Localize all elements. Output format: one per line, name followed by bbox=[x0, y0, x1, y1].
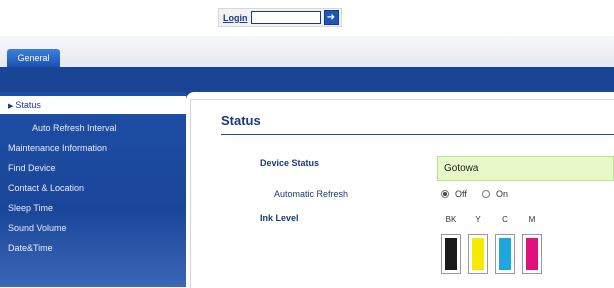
auto-refresh-on-radio[interactable] bbox=[482, 190, 490, 198]
sidebar-item-sleep-time[interactable]: Sleep Time bbox=[0, 199, 186, 217]
ink-fill-bk bbox=[445, 238, 457, 270]
sidebar-item-find-device[interactable]: Find Device bbox=[0, 159, 186, 177]
login-input[interactable] bbox=[250, 11, 321, 24]
tab-general[interactable]: General bbox=[7, 49, 60, 68]
page-title: Status bbox=[221, 113, 261, 128]
sidebar-item-maintenance-information[interactable]: Maintenance Information bbox=[0, 139, 186, 157]
auto-refresh-off-label: Off bbox=[455, 189, 467, 199]
arrow-right-icon[interactable]: ➜ bbox=[323, 10, 339, 25]
login-link[interactable]: Login bbox=[223, 13, 248, 23]
device-status-value: Gotowa bbox=[437, 156, 614, 181]
sidebar-item-contact-location[interactable]: Contact & Location bbox=[0, 179, 186, 197]
sidebar-item-label: Status bbox=[15, 100, 41, 110]
ink-label-c: C bbox=[502, 215, 508, 224]
sidebar-item-sound-volume[interactable]: Sound Volume bbox=[0, 219, 186, 237]
auto-refresh-on-label: On bbox=[496, 189, 509, 199]
ink-level-label: Ink Level bbox=[260, 213, 299, 223]
ink-label-m: M bbox=[528, 215, 536, 224]
ink-bar-m bbox=[522, 234, 542, 274]
sidebar-item-status[interactable]: ▶ Status bbox=[0, 96, 186, 114]
ink-label-bk: BK bbox=[445, 215, 457, 224]
ink-fill-m bbox=[526, 238, 538, 270]
auto-refresh-label: Automatic Refresh bbox=[274, 189, 349, 199]
ink-bar-bk bbox=[441, 234, 461, 274]
tab-band bbox=[0, 36, 614, 68]
ink-fill-c bbox=[499, 238, 511, 270]
sidebar-item-date-time[interactable]: Date&Time bbox=[0, 239, 186, 257]
device-status-label: Device Status bbox=[260, 158, 320, 168]
title-divider bbox=[221, 134, 614, 135]
ink-bar-c bbox=[495, 234, 515, 274]
sidebar-item-auto-refresh-interval[interactable]: Auto Refresh Interval bbox=[0, 119, 186, 137]
auto-refresh-off-radio[interactable] bbox=[441, 190, 449, 198]
triangle-right-icon: ▶ bbox=[8, 103, 14, 110]
login-box: Login ➜ bbox=[218, 8, 342, 27]
ink-bar-y bbox=[468, 234, 488, 274]
ink-label-y: Y bbox=[475, 215, 481, 224]
ink-fill-y bbox=[472, 238, 484, 270]
